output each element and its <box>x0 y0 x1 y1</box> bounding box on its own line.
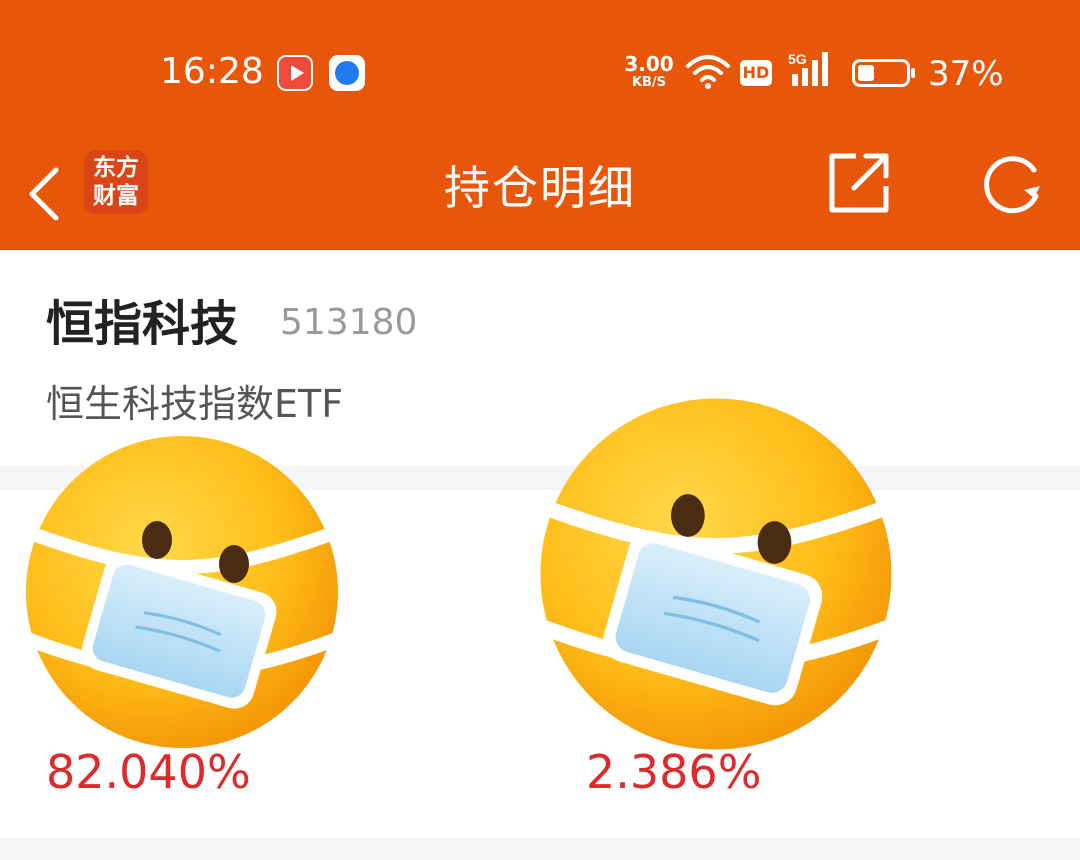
battery-icon <box>852 59 915 87</box>
mask-face-emoji-icon <box>536 394 896 754</box>
nav-bar: 东方 财富 持仓明细 <box>0 140 1080 250</box>
share-button[interactable] <box>826 150 892 216</box>
network-speed-unit: KB/S <box>631 75 667 90</box>
network-speed: 3.00 KB/S <box>622 54 676 89</box>
back-button[interactable] <box>22 158 66 228</box>
brand-line-1: 东方 <box>93 155 139 181</box>
fund-code: 513180 <box>280 302 418 343</box>
back-arrow-icon <box>29 167 59 221</box>
holding-percent: 2.386% <box>586 745 762 799</box>
browser-app-icon <box>329 55 365 91</box>
brand-line-2: 财富 <box>93 183 139 209</box>
refresh-button[interactable] <box>978 150 1050 220</box>
fund-full-name: 恒生科技指数ETF <box>46 382 344 426</box>
fund-name: 恒指科技 <box>46 296 239 352</box>
wifi-icon <box>684 52 732 96</box>
refresh-icon <box>984 156 1040 214</box>
mask-face-emoji-icon <box>22 432 342 752</box>
page-title: 持仓明细 <box>444 161 636 215</box>
video-app-icon <box>277 55 313 91</box>
section-divider <box>0 838 1080 860</box>
status-bar: 16:28 3.00 KB/S HD 5G 37% <box>0 0 1080 140</box>
status-time: 16:28 <box>160 51 264 92</box>
network-speed-value: 3.00 <box>624 52 674 76</box>
signal-icon: 5G <box>788 50 838 94</box>
network-type-label: 5G <box>788 51 807 67</box>
holding-percent: 82.040% <box>46 745 251 799</box>
share-icon <box>829 153 889 213</box>
hd-badge: HD <box>740 60 772 86</box>
battery-percent: 37% <box>928 54 1004 94</box>
brand-logo[interactable]: 东方 财富 <box>84 150 148 214</box>
